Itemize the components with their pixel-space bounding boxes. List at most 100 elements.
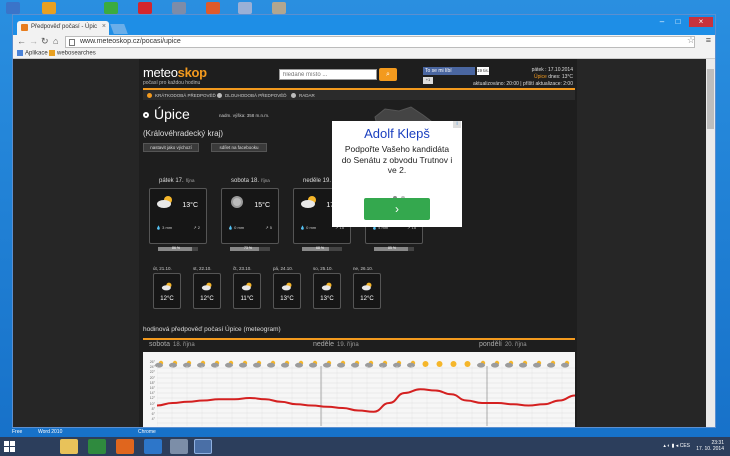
extended-day-temperature: 13°C — [280, 296, 294, 302]
nav-short-forecast[interactable]: KRÁTKODOBÁ PŘEDPOVĚĎ — [147, 93, 216, 98]
taskbar-firefox-icon[interactable] — [116, 439, 134, 454]
extended-day[interactable]: čt, 23.10. 11°C — [233, 266, 261, 309]
site-logo[interactable]: meteoskop — [143, 65, 207, 80]
meteogram-day-date: 20. října — [504, 342, 527, 348]
back-icon[interactable]: ← — [17, 36, 26, 46]
close-window-icon[interactable]: × — [689, 17, 713, 27]
site-tagline: počasí pro každou hodinu — [143, 80, 201, 86]
reload-icon[interactable]: ↻ — [41, 36, 49, 47]
desktop-icon-4[interactable] — [138, 2, 152, 14]
bookmark-star-icon[interactable]: ☆ — [687, 35, 695, 46]
desktop-icon-5[interactable] — [172, 2, 186, 14]
set-default-button[interactable]: nastavit jako výchozí — [143, 143, 199, 152]
desktop-icon-6[interactable] — [206, 2, 220, 14]
search-button[interactable]: ⌕ — [379, 68, 397, 81]
current-temp: 13°C — [561, 74, 573, 80]
day-probability-label: 73 % — [244, 246, 252, 250]
cloud-sun-icon — [365, 355, 374, 368]
extended-day[interactable]: út, 21.10. 12°C — [153, 266, 181, 309]
apps-grid-icon — [17, 50, 23, 56]
extended-day[interactable]: pá, 24.10. 13°C — [273, 266, 301, 309]
current-place: Úpice — [534, 74, 547, 80]
new-tab-button[interactable] — [110, 24, 128, 34]
extended-day[interactable]: ne, 26.10. 12°C — [353, 266, 381, 309]
extended-day-card[interactable]: 13°C — [313, 273, 341, 309]
nav-long-label: DLOUHODOBÁ PŘEDPOVĚĎ — [225, 92, 287, 98]
extended-day[interactable]: so, 25.10. 13°C — [313, 266, 341, 309]
raindrop-icon: 💧 — [156, 225, 161, 230]
day-forecast[interactable]: sobota 18. října 15°C 💧 0 mm ↗ 5 73 % — [221, 178, 279, 251]
temperature-line — [157, 388, 575, 413]
desktop-icon-1[interactable] — [6, 2, 20, 14]
day-temperature: 13°C — [182, 202, 198, 209]
cloud-sun-icon — [300, 195, 318, 209]
ad-title[interactable]: Adolf Klepš — [332, 126, 462, 141]
y-tick-label: 4° — [151, 417, 155, 422]
taskbar-clock[interactable]: 23:31 17. 10. 2014 — [696, 440, 724, 452]
forward-icon[interactable]: → — [29, 36, 38, 46]
home-icon[interactable]: ⌂ — [53, 36, 58, 46]
tray-language[interactable]: CES — [680, 443, 690, 449]
day-wind-value: 5 — [269, 225, 272, 230]
taskbar-chrome-icon[interactable] — [194, 439, 212, 454]
address-bar[interactable]: www.meteoskop.cz/pocasi/upice — [65, 36, 695, 48]
page-scrollbar[interactable] — [706, 59, 715, 427]
meteoskop-site: meteoskop počasí pro každou hodinu ⌕ To … — [139, 59, 577, 427]
desktop-label-free: Free — [12, 429, 23, 435]
city-name: Úpice — [154, 106, 190, 122]
bookmark-websearches-label: webosearches — [57, 50, 96, 57]
desktop-icon-3[interactable] — [104, 2, 118, 14]
taskbar-ie-icon[interactable] — [144, 439, 162, 454]
day-forecast[interactable]: pátek 17. října 13°C 💧 3 mm ↗ 2 86 % — [149, 178, 207, 251]
chrome-menu-icon[interactable]: ≡ — [706, 35, 711, 45]
desktop-icon-8[interactable] — [272, 2, 286, 14]
day-label: pátek 17. — [159, 178, 184, 184]
extended-day-card[interactable]: 11°C — [233, 273, 261, 309]
extended-day-name: čt, 23.10. — [233, 266, 252, 271]
taskbar-app-icon[interactable] — [170, 439, 188, 454]
nav-long-forecast[interactable]: DLOUHODOBÁ PŘEDPOVĚĎ — [217, 93, 287, 98]
bookmark-apps[interactable]: Aplikace — [17, 50, 48, 57]
google-plus-button[interactable]: +1 — [423, 77, 433, 84]
scrollbar-thumb[interactable] — [707, 69, 714, 129]
cloud-sun-icon — [351, 355, 360, 368]
taskbar-explorer-icon[interactable] — [60, 439, 78, 454]
nav-radar[interactable]: RADAR — [291, 93, 315, 98]
bookmarks-bar: Aplikace webosearches — [13, 49, 715, 59]
location-search-input[interactable] — [279, 69, 377, 80]
desktop-icon-7[interactable] — [238, 2, 252, 14]
day-card[interactable]: 13°C 💧 3 mm ↗ 2 — [149, 188, 207, 244]
system-tray[interactable]: ▴ ◐ ▮ ◂ CES — [663, 443, 690, 449]
advertisement[interactable]: i Adolf Klepš Podpořte Vašeho kandidáta … — [332, 121, 462, 227]
desktop-icon-2[interactable] — [42, 2, 56, 14]
taskbar-excel-icon[interactable] — [88, 439, 106, 454]
maximize-icon[interactable]: □ — [671, 17, 685, 27]
ad-next-button[interactable]: › — [364, 198, 430, 220]
day-month: října — [185, 178, 195, 183]
cloud-sun-icon — [169, 355, 178, 368]
minimize-icon[interactable]: – — [655, 17, 669, 27]
extended-day-card[interactable]: 12°C — [353, 273, 381, 309]
tab-close-icon[interactable]: × — [102, 23, 106, 30]
day-card[interactable]: 15°C 💧 0 mm ↗ 5 — [221, 188, 279, 244]
extended-day-card[interactable]: 13°C — [273, 273, 301, 309]
extended-day-card[interactable]: 12°C — [193, 273, 221, 309]
meteogram-y-axis: 26° 24° 22° 20° 18° 16° 14° 12° 10° 8° 6° 4° — [143, 360, 155, 422]
facebook-like-button[interactable]: To se mi líbí — [423, 67, 475, 75]
day-wind-value: 2 — [197, 225, 200, 230]
current-info: pátek : 17.10.2014 Úpice dnes: 13°C aktu… — [473, 67, 573, 88]
day-name: sobota 18. října — [221, 178, 279, 184]
bookmark-websearches[interactable]: webosearches — [49, 50, 96, 57]
cloud-sun-icon — [477, 355, 486, 368]
share-facebook-button[interactable]: sdílet na facebooku — [211, 143, 267, 152]
cloud-sun-icon — [295, 355, 304, 368]
windows-start-icon[interactable] — [4, 441, 15, 452]
extended-day-card[interactable]: 12°C — [153, 273, 181, 309]
extended-day-temperature: 12°C — [360, 296, 374, 302]
location-pin-icon — [143, 112, 149, 119]
tab-title: Předpověď počasí - Úpic — [31, 24, 98, 30]
cloud-sun-icon — [241, 278, 253, 291]
extended-day[interactable]: st, 22.10. 12°C — [193, 266, 221, 309]
cloud-sun-icon — [393, 355, 402, 368]
tab-meteoskop[interactable]: Předpověď počasí - Úpic × — [17, 21, 109, 35]
